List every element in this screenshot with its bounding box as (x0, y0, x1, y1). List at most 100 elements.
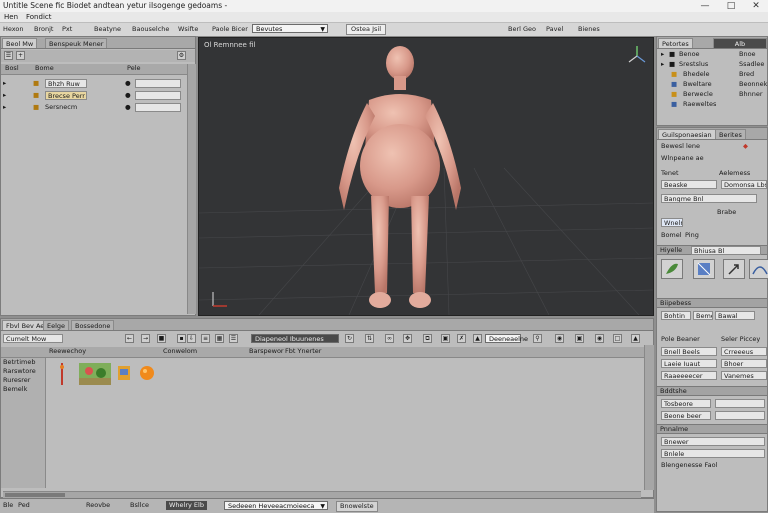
outliner-row[interactable]: ▸ ■ Brecse Perr ● (1, 91, 195, 101)
details-field[interactable]: Beaske (661, 180, 717, 189)
asset-landscape-icon[interactable] (79, 363, 111, 385)
details-field[interactable]: Laeie Iuaut (661, 359, 717, 368)
mode-button[interactable]: Bnowelste (336, 501, 378, 512)
col-header[interactable]: Barspewor (249, 347, 284, 356)
outliner-row[interactable]: ▸ ■ Sersnecm ● (1, 103, 195, 113)
horizontal-scrollbar[interactable] (3, 491, 641, 498)
details-field[interactable]: Crreeeus (721, 347, 767, 356)
filter-icon[interactable]: ☰ (229, 334, 238, 343)
details-field[interactable]: Bangme Bnl (661, 194, 757, 203)
folder-icon[interactable]: ■ (157, 334, 166, 343)
back-icon[interactable]: ← (125, 334, 134, 343)
pin-icon[interactable]: ▲ (631, 334, 640, 343)
status-dropdown[interactable]: Sedeeen Heveeacmoieeca ▼ (224, 501, 328, 510)
save-icon[interactable]: ▪ (177, 334, 186, 343)
col-header[interactable]: Fbt Ynerter (285, 347, 321, 356)
refresh-icon[interactable]: ↻ (345, 334, 354, 343)
toolbar-item[interactable]: Baouselche (132, 24, 169, 34)
toolbar-item[interactable]: Beatyne (94, 24, 121, 34)
details-field[interactable]: Wnelnssl (661, 218, 683, 227)
asset-material-icon[interactable] (117, 365, 131, 381)
close-icon[interactable]: ✕ (745, 0, 767, 12)
folder-item[interactable]: Betrtimeb (3, 358, 36, 367)
tab-add[interactable]: Alb (713, 38, 767, 48)
grid-icon[interactable]: ▦ (215, 334, 224, 343)
details-field[interactable]: Tosbeore (661, 399, 711, 408)
details-field[interactable]: Bawal (715, 311, 755, 320)
lock-icon[interactable]: ◆ (743, 142, 748, 151)
mesh-icon[interactable] (693, 259, 715, 279)
curve-icon[interactable] (749, 259, 768, 279)
details-field[interactable] (715, 399, 765, 408)
tab-secondary[interactable]: Berites (715, 129, 746, 139)
view-dropdown[interactable]: Diapeneol Ibuunenes (251, 334, 339, 343)
toolbar-center-button[interactable]: Ostea Jsil (346, 24, 387, 35)
details-field[interactable]: Bhoer (721, 359, 767, 368)
tab-secondary[interactable]: Benspeuk Mener (45, 38, 108, 48)
status-badge[interactable]: Whelry Elb (166, 501, 207, 510)
leaf-icon[interactable] (661, 259, 683, 279)
outliner-scrollbar[interactable] (187, 64, 196, 314)
tree-row[interactable]: ▸ ■ Benoe Bnoe (657, 50, 767, 60)
move-icon[interactable]: ✥ (403, 334, 412, 343)
add-icon[interactable]: + (16, 51, 25, 60)
details-field[interactable]: Bnlele (661, 449, 765, 458)
col-header[interactable]: Bosl (5, 64, 19, 73)
col-header[interactable]: Bome (35, 64, 54, 73)
delete-icon[interactable]: ✗ (457, 334, 466, 343)
tab-secondary[interactable]: Eelge (43, 320, 70, 330)
lock-icon[interactable]: ▣ (575, 334, 584, 343)
paste-icon[interactable]: ▣ (441, 334, 450, 343)
tab-outliner[interactable]: Beol Mw (2, 38, 38, 48)
details-field[interactable]: Beone beer (661, 411, 711, 420)
settings-icon[interactable]: ⚙ (177, 51, 186, 60)
import-icon[interactable]: ⇩ (187, 334, 196, 343)
col-header[interactable]: Pele (127, 64, 141, 73)
toolbar-item[interactable]: Paole Bicer (212, 24, 248, 34)
toolbar-item[interactable]: Pavel (546, 24, 563, 34)
menu-item[interactable]: Fondict (26, 12, 51, 22)
tree-row[interactable]: ■ Bhedele Bred (657, 70, 767, 80)
pin-icon[interactable]: ▲ (473, 334, 482, 343)
zoom-icon[interactable]: ⚲ (533, 334, 542, 343)
folder-item[interactable]: Rarswtore (3, 367, 36, 376)
col-header[interactable]: Conwelom (163, 347, 197, 356)
tab-content[interactable]: Fbvl Bev Ae (2, 320, 49, 330)
tree-row[interactable]: ■ Raeweltes (657, 100, 767, 110)
minimize-icon[interactable]: — (694, 0, 716, 12)
3d-viewport[interactable]: Ol Remnnee fil (198, 37, 654, 316)
link-icon[interactable]: ∞ (385, 334, 394, 343)
copy-icon[interactable]: ⧉ (423, 334, 432, 343)
toolbar-item[interactable]: Berl Geo (508, 24, 536, 34)
forward-icon[interactable]: → (141, 334, 150, 343)
status-item[interactable]: Ped (18, 501, 30, 510)
menu-item[interactable]: Hen (4, 12, 18, 22)
toolbar-item[interactable]: Hexon (3, 24, 24, 34)
section-header[interactable]: Pnnalme (657, 424, 767, 434)
status-item[interactable]: Bsllce (130, 501, 149, 510)
outliner-row[interactable]: ▸ ■ Bhzh Ruw ● (1, 79, 195, 89)
status-item[interactable]: Reovbe (86, 501, 110, 510)
list-icon[interactable]: ≡ (201, 334, 210, 343)
section-header[interactable]: Bddtshe (657, 386, 767, 396)
visibility-icon[interactable]: ● (125, 79, 131, 88)
details-field[interactable] (715, 411, 765, 420)
arrow-icon[interactable] (723, 259, 745, 279)
details-field[interactable]: Bohtin (661, 311, 691, 320)
folder-item[interactable]: Bemelk (3, 385, 27, 394)
visibility-icon[interactable]: ● (125, 103, 131, 112)
details-field[interactable]: Beme (693, 311, 713, 320)
camera-icon[interactable]: ◉ (595, 334, 604, 343)
content-scrollbar[interactable] (644, 345, 654, 490)
details-field[interactable]: Domonsa Lbse (721, 180, 767, 189)
folder-item[interactable]: Ruresrer (3, 376, 30, 385)
expand-icon[interactable]: □ (613, 334, 622, 343)
toolbar-item[interactable]: Bienes (578, 24, 600, 34)
toolbar-dropdown[interactable]: Bevutes ▼ (252, 24, 328, 33)
tab-details[interactable]: Guilsponaesian (658, 129, 716, 139)
details-field[interactable]: Bnewer (661, 437, 765, 446)
details-field[interactable]: Bnell Beels (661, 347, 717, 356)
col-header[interactable]: Reewechoy (49, 347, 86, 356)
maximize-icon[interactable]: □ (720, 0, 742, 12)
right-dropdown[interactable]: Deeneaelne (485, 334, 528, 343)
